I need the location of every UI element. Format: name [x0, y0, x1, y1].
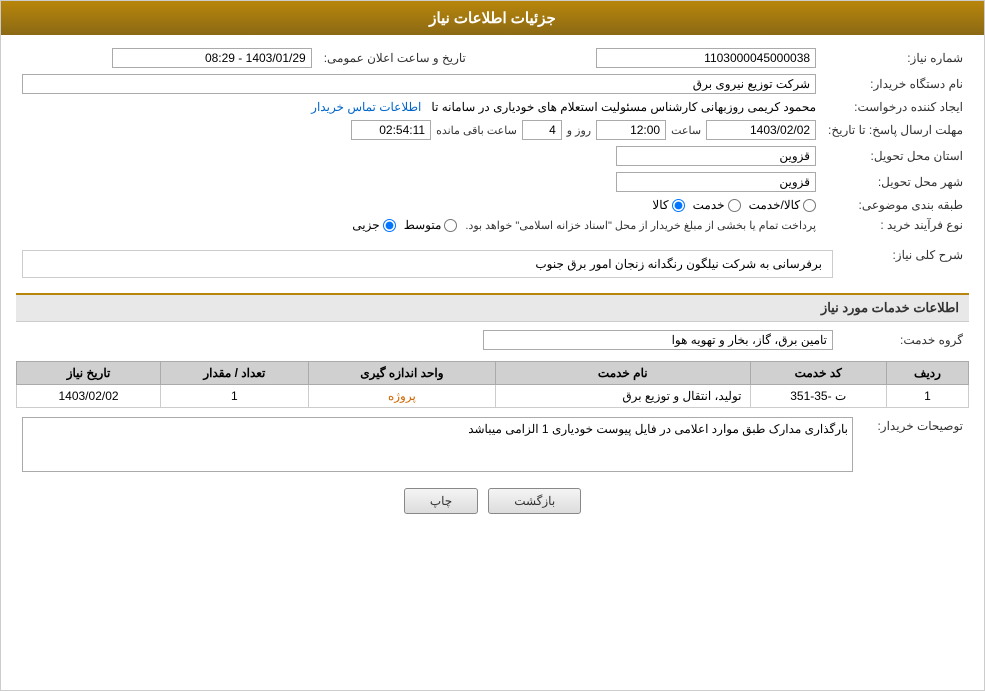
deadline-time-input: [596, 120, 666, 140]
service-code: ت -35-351: [750, 385, 886, 408]
main-info-table: شماره نیاز: تاریخ و ساعت اعلان عمومی: نا…: [16, 45, 969, 235]
col-header-row: ردیف: [886, 362, 968, 385]
back-button[interactable]: بازگشت: [488, 488, 581, 514]
category-kala-khedmat-radio[interactable]: [803, 199, 816, 212]
category-radio-group: کالا/خدمت خدمت کالا: [22, 198, 816, 212]
services-section-title: اطلاعات خدمات مورد نیاز: [16, 293, 969, 322]
category-khedmat-radio[interactable]: [728, 199, 741, 212]
category-kala-khedmat-label: کالا/خدمت: [749, 198, 800, 212]
city-label: شهر محل تحویل:: [822, 169, 969, 195]
buyer-notes-textarea[interactable]: بارگذاری مدارک طبق موارد اعلامی در فایل …: [22, 417, 853, 472]
category-kala-option[interactable]: کالا: [652, 198, 684, 212]
table-row: 1 ت -35-351 تولید، انتقال و توزیع برق پر…: [17, 385, 969, 408]
category-khedmat-option[interactable]: خدمت: [693, 198, 741, 212]
need-number-label: شماره نیاز:: [822, 45, 969, 71]
buyer-name-label: نام دستگاه خریدار:: [822, 71, 969, 97]
announce-date-label: تاریخ و ساعت اعلان عمومی:: [318, 45, 472, 71]
deadline-date-input: [706, 120, 816, 140]
creator-label: ایجاد کننده درخواست:: [822, 97, 969, 117]
province-label: استان محل تحویل:: [822, 143, 969, 169]
deadline-days-label: روز و: [567, 124, 591, 137]
col-header-service-name: نام خدمت: [496, 362, 750, 385]
col-header-service-code: کد خدمت: [750, 362, 886, 385]
col-header-quantity: تعداد / مقدار: [161, 362, 309, 385]
buyer-name-input: [22, 74, 816, 94]
row-number: 1: [886, 385, 968, 408]
announce-date-input: [112, 48, 312, 68]
purchase-type-motavaset-option[interactable]: متوسط: [404, 218, 458, 232]
category-label: طبقه بندی موضوعی:: [822, 195, 969, 215]
service-name: تولید، انتقال و توزیع برق: [496, 385, 750, 408]
services-table: ردیف کد خدمت نام خدمت واحد اندازه گیری ت…: [16, 361, 969, 408]
category-khedmat-label: خدمت: [693, 198, 725, 212]
service-unit: پروژه: [308, 385, 495, 408]
col-header-unit: واحد اندازه گیری: [308, 362, 495, 385]
purchase-type-motavaset-label: متوسط: [404, 218, 442, 232]
remaining-label: ساعت باقی مانده: [436, 124, 517, 137]
purchase-type-jozi-option[interactable]: جزیی: [352, 218, 395, 232]
category-kala-label: کالا: [652, 198, 668, 212]
col-header-date: تاریخ نیاز: [17, 362, 161, 385]
purchase-type-jozi-radio[interactable]: [383, 219, 396, 232]
purchase-type-label: نوع فرآیند خرید :: [822, 215, 969, 235]
print-button[interactable]: چاپ: [404, 488, 478, 514]
creator-value: محمود کریمی روزبهانی کارشناس مسئولیت است…: [431, 100, 816, 114]
province-input: [616, 146, 816, 166]
deadline-days-input: [522, 120, 562, 140]
service-group-input: [483, 330, 833, 350]
purchase-type-note: پرداخت تمام یا بخشی از مبلغ خریدار از مح…: [465, 219, 816, 232]
need-number-input: [596, 48, 816, 68]
service-date: 1403/02/02: [17, 385, 161, 408]
need-description-box: برفرسانی به شرکت نیلگون رنگدانه زنجان ام…: [22, 250, 833, 278]
description-table: شرح کلی نیاز: برفرسانی به شرکت نیلگون رن…: [16, 243, 969, 285]
deadline-label: مهلت ارسال پاسخ: تا تاریخ:: [822, 117, 969, 143]
button-group: بازگشت چاپ: [16, 488, 969, 514]
remaining-time-input: [351, 120, 431, 140]
service-group-table: گروه خدمت:: [16, 327, 969, 353]
purchase-type-motavaset-radio[interactable]: [444, 219, 457, 232]
contact-link[interactable]: اطلاعات تماس خریدار: [311, 100, 421, 114]
category-kala-khedmat-option[interactable]: کالا/خدمت: [749, 198, 816, 212]
header-title: جزئیات اطلاعات نیاز: [429, 10, 556, 27]
service-group-label: گروه خدمت:: [839, 327, 969, 353]
need-description-label: شرح کلی نیاز:: [839, 243, 969, 285]
buyer-notes-table: توصیحات خریدار: بارگذاری مدارک طبق موارد…: [16, 414, 969, 478]
purchase-type-jozi-label: جزیی: [352, 218, 379, 232]
service-quantity: 1: [161, 385, 309, 408]
city-input: [616, 172, 816, 192]
buyer-notes-label: توصیحات خریدار:: [859, 414, 969, 478]
purchase-type-radio-group: پرداخت تمام یا بخشی از مبلغ خریدار از مح…: [22, 218, 816, 232]
unit-value: پروژه: [388, 389, 416, 403]
need-description-value: برفرسانی به شرکت نیلگون رنگدانه زنجان ام…: [535, 257, 822, 271]
category-kala-radio[interactable]: [672, 199, 685, 212]
page-header: جزئیات اطلاعات نیاز: [1, 1, 984, 35]
deadline-time-label: ساعت: [671, 124, 701, 137]
